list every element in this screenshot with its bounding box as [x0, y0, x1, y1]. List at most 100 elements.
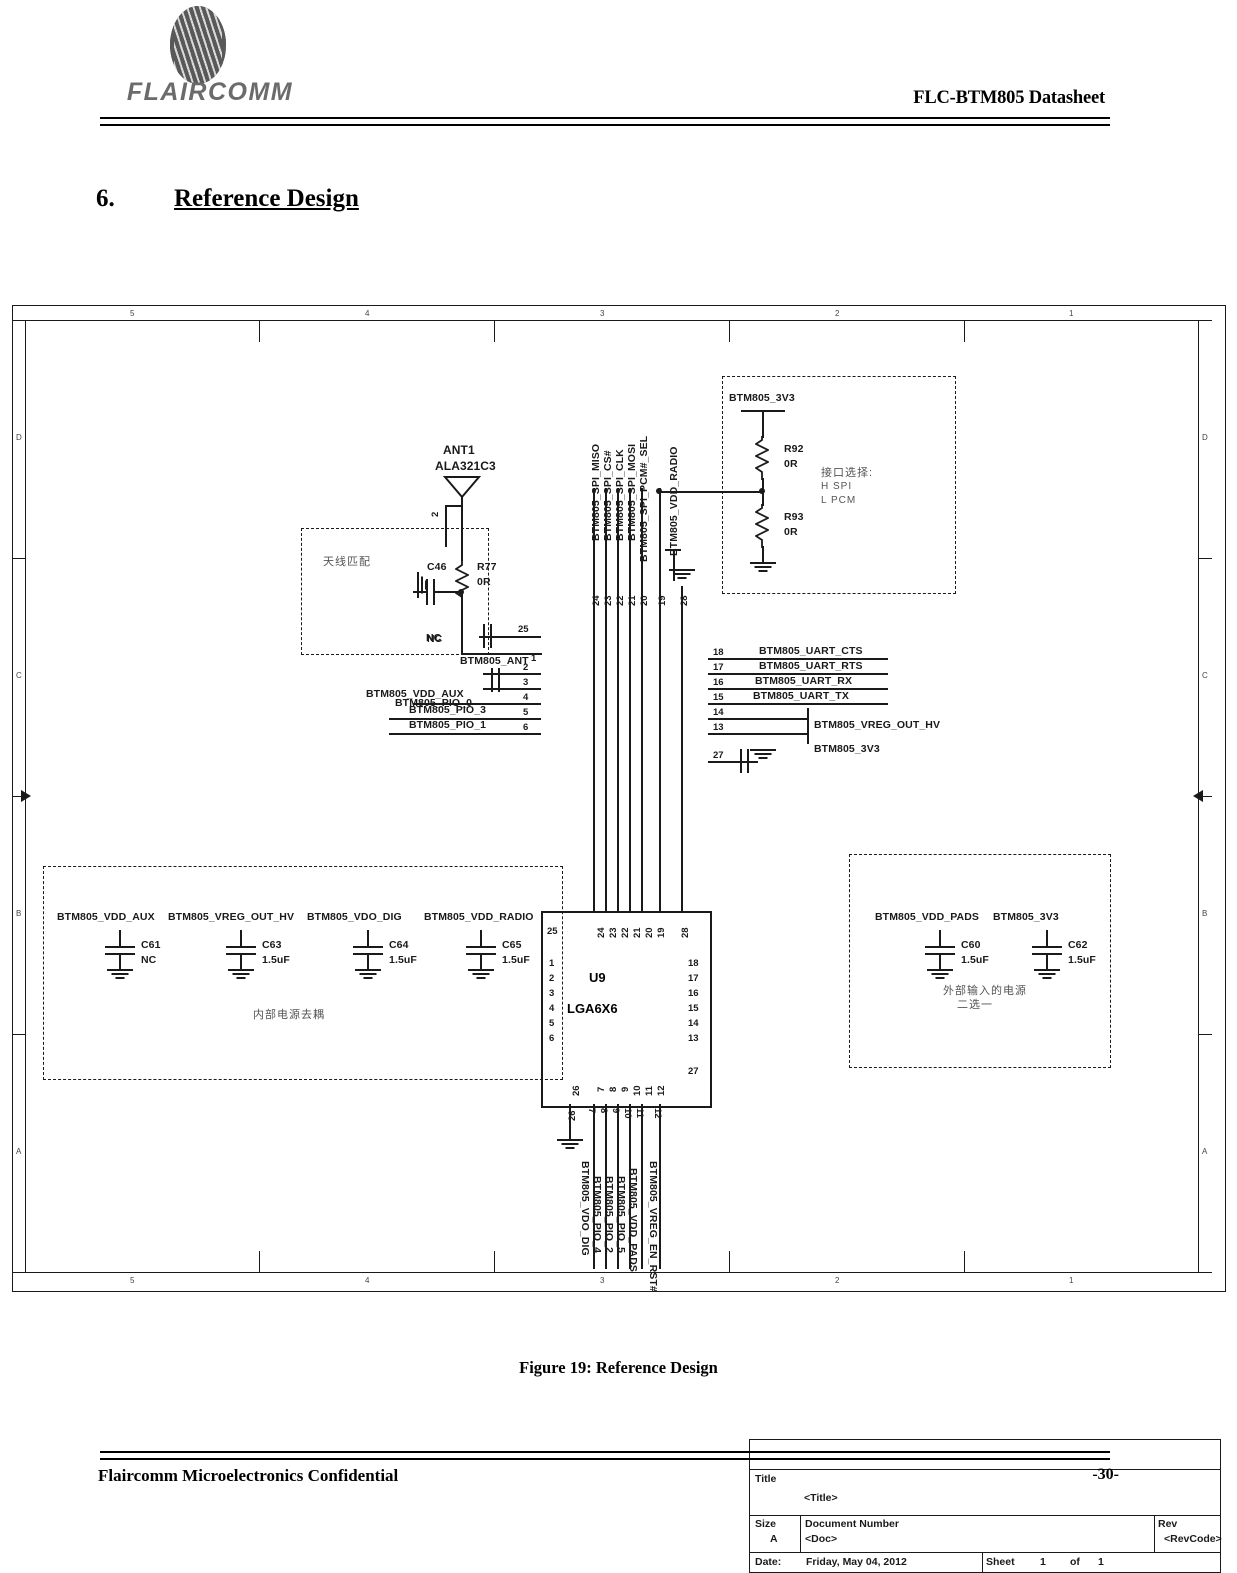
- antenna-part-number: ALA321C3: [435, 459, 496, 473]
- external-net-0: BTM805_VDD_PADS: [875, 911, 980, 923]
- sheet-number: 1: [1040, 1556, 1046, 1568]
- wire-pin12: [659, 1104, 661, 1269]
- zone-top-3: 3: [600, 309, 605, 318]
- ic-pin-outer-6: 6: [523, 722, 529, 733]
- ic-pin-outer-28: 28: [679, 595, 690, 606]
- footer-page-number: -30-: [1092, 1466, 1119, 1483]
- ic-pin-inner-20: 20: [644, 927, 655, 938]
- net-vreg-en-rst: BTM805_VREG_EN_RST#: [647, 1161, 659, 1292]
- ic-pin-outer-23: 23: [603, 595, 614, 606]
- ic-pin-inner-19: 19: [656, 927, 667, 938]
- document-title: FLC-BTM805 Datasheet: [913, 88, 1105, 108]
- footer-divider: [100, 1451, 1110, 1460]
- ic-pin-inner-21: 21: [632, 927, 643, 938]
- wire-pin19: [659, 488, 661, 911]
- ic-pin-outer-17: 17: [713, 662, 724, 673]
- internal-decoupling-note: 内部电源去耦: [253, 1009, 325, 1021]
- nc-label: NC: [427, 633, 443, 645]
- ic-pin-inner-16: 16: [688, 988, 699, 999]
- wire-pin14: [708, 718, 808, 720]
- C65-value: 1.5uF: [502, 954, 530, 966]
- ic-package: LGA6X6: [567, 1001, 618, 1016]
- ic-pin-outer-20: 20: [639, 595, 650, 606]
- zone-right-D: D: [1202, 433, 1208, 442]
- wire-c46-right: [433, 591, 461, 593]
- zone-right-B: B: [1202, 909, 1208, 918]
- C46-designator: C46: [427, 561, 447, 573]
- zone-top-5: 5: [130, 309, 135, 318]
- net-pio-1: BTM805_PIO_1: [409, 719, 487, 731]
- resistor-R92: [755, 436, 769, 480]
- net-pio-5: BTM805_PIO_5: [615, 1176, 627, 1254]
- header-divider: [100, 117, 1110, 126]
- net-uart-tx: BTM805_UART_TX: [753, 690, 849, 702]
- wire-pin22: [617, 488, 619, 911]
- wire-pin28: [681, 586, 683, 911]
- wire-pin13: [708, 733, 808, 735]
- wire-ant-pin2-stub: [445, 505, 447, 547]
- wire-node-to-ant-pin: [461, 592, 463, 654]
- R77-value: 0R: [477, 576, 491, 588]
- antenna-pin-2: 2: [430, 511, 441, 517]
- ic-pin-inner-23: 23: [608, 927, 619, 938]
- ic-pin-inner-28: 28: [680, 927, 691, 938]
- rev-label: Rev: [1158, 1518, 1178, 1530]
- decoupling-net-0: BTM805_VDD_AUX: [57, 911, 155, 923]
- wire-pin23: [605, 488, 607, 911]
- wire-pin19-stub: [673, 549, 675, 581]
- ic-pin-outer-22: 22: [615, 595, 626, 606]
- document-number-value: <Doc>: [805, 1533, 838, 1545]
- decoupling-net-3: BTM805_VDD_RADIO: [424, 911, 534, 923]
- resistor-R93: [755, 504, 769, 548]
- ic-pin-outer-2: 2: [523, 662, 529, 673]
- schematic-figure: 5 4 3 2 1 5 4 3 2 1 D C B A D C B A 天线匹配…: [12, 305, 1226, 1573]
- net-uart-cts: BTM805_UART_CTS: [759, 645, 863, 657]
- C64-designator: C64: [389, 939, 409, 951]
- net-vdd-radio-top: BTM805_VDD_RADIO: [668, 446, 680, 556]
- ic-pin-outer-5: 5: [523, 707, 529, 718]
- wire-r93-gnd: [762, 546, 764, 562]
- zone-left-D: D: [16, 433, 22, 442]
- net-3v3-right: BTM805_3V3: [814, 743, 880, 755]
- net-spi-cs: BTM805_SPI_CS#: [602, 450, 614, 541]
- section-number: 6.: [96, 185, 115, 212]
- ic-pin-outer-3: 3: [523, 677, 529, 688]
- ic-pin-inner-11: 11: [644, 1085, 655, 1096]
- footer-confidential: Flaircomm Microelectronics Confidential: [98, 1466, 399, 1485]
- C62-value: 1.5uF: [1068, 954, 1096, 966]
- zone-top-2: 2: [835, 309, 840, 318]
- ic-pin-outer-9: 9: [610, 1108, 621, 1114]
- net-spi-pcm-sel: BTM805_SPI_PCM#_SEL: [638, 435, 650, 562]
- zone-top-4: 4: [365, 309, 370, 318]
- ic-pin-outer-15: 15: [713, 692, 724, 703]
- wire-pin14-13-bus: [807, 708, 809, 744]
- ic-pin-outer-18: 18: [713, 647, 724, 658]
- ic-pin-outer-26: 26: [567, 1110, 578, 1121]
- net-vreg-out-hv: BTM805_VREG_OUT_HV: [814, 719, 941, 731]
- date-value: Friday, May 04, 2012: [806, 1556, 907, 1568]
- ic-pin-outer-11: 11: [634, 1108, 645, 1119]
- wire-pin27: [708, 761, 758, 763]
- ic-pin-inner-17: 17: [688, 973, 699, 984]
- wire-ant-down: [461, 497, 463, 561]
- zone-bottom-4: 4: [365, 1276, 370, 1285]
- ic-pin-inner-26: 26: [571, 1085, 582, 1096]
- zone-left-B: B: [16, 909, 22, 918]
- ic-pin-outer-12: 12: [652, 1108, 663, 1119]
- wire-pin25: [479, 636, 541, 638]
- ic-pin-outer-8: 8: [598, 1108, 609, 1114]
- R77-designator: R77: [477, 561, 497, 573]
- R92-designator: R92: [784, 443, 804, 455]
- wire-pin19-tick: [665, 549, 681, 551]
- net-vdd-pads: BTM805_VDD_PADS: [627, 1168, 639, 1273]
- wire-pin21: [629, 488, 631, 911]
- wire-vdd-radio-sel: [659, 491, 660, 493]
- net-pio-3: BTM805_PIO_3: [409, 704, 487, 716]
- zone-bottom-3: 3: [600, 1276, 605, 1285]
- wire-pin6: [389, 733, 541, 735]
- title-label: Title: [755, 1473, 777, 1485]
- net-spi-clk: BTM805_SPI_CLK: [614, 449, 626, 541]
- wire-pin15: [708, 703, 888, 705]
- wire-pin24: [593, 488, 595, 911]
- wire-pin26: [569, 1104, 571, 1139]
